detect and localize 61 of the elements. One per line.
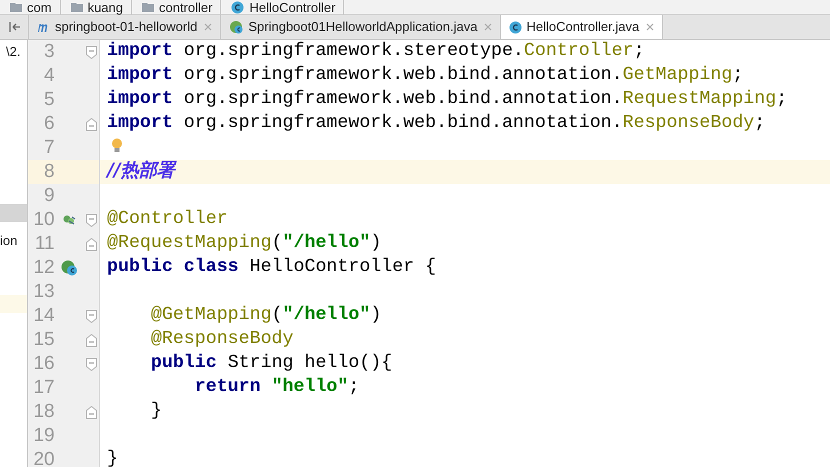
folder-icon xyxy=(10,2,22,12)
line-number: 4 xyxy=(43,64,55,88)
code-line: @GetMapping("/hello") xyxy=(150,304,382,328)
line-number: 10 xyxy=(32,208,55,232)
close-icon[interactable] xyxy=(646,23,654,31)
line-number: 16 xyxy=(32,352,55,376)
code-line: } xyxy=(107,448,118,467)
fold-icon[interactable] xyxy=(86,358,98,370)
line-number: 8 xyxy=(43,160,55,184)
tree-item[interactable]: \2. xyxy=(0,40,27,64)
editor-tab[interactable]: Springboot01HelloworldApplication.java xyxy=(220,15,500,39)
line-number: 13 xyxy=(32,280,55,304)
code-line: @ResponseBody xyxy=(150,328,294,352)
lightbulb-icon[interactable] xyxy=(111,138,123,152)
fold-icon[interactable] xyxy=(86,310,98,322)
class-icon xyxy=(509,20,522,34)
line-number: 18 xyxy=(32,400,55,424)
code-line: } xyxy=(150,400,162,424)
spring-class-icon xyxy=(229,20,244,34)
bean-icon[interactable] xyxy=(62,214,76,226)
class-marker-icon[interactable] xyxy=(60,260,78,276)
code-line: public class HelloController { xyxy=(107,256,436,280)
fold-icon[interactable] xyxy=(86,118,98,130)
line-number: 9 xyxy=(43,184,55,208)
tree-item[interactable]: ion xyxy=(0,232,27,250)
line-number: 19 xyxy=(32,424,55,448)
line-number: 17 xyxy=(32,376,55,400)
editor-tab[interactable]: HelloController.java xyxy=(500,15,662,39)
fold-icon[interactable] xyxy=(86,406,98,418)
fold-icon[interactable] xyxy=(86,214,98,226)
close-icon[interactable] xyxy=(204,23,212,31)
code-line: //热部署 xyxy=(107,157,174,187)
breadcrumb-item[interactable]: controller xyxy=(158,0,212,14)
fold-icon[interactable] xyxy=(86,46,98,58)
collapse-icon[interactable] xyxy=(8,22,20,32)
close-icon[interactable] xyxy=(484,23,492,31)
line-number: 14 xyxy=(32,304,55,328)
line-number: 12 xyxy=(32,256,55,280)
line-number: 6 xyxy=(43,112,55,136)
line-number: 5 xyxy=(43,88,55,112)
code-line: @RequestMapping("/hello") xyxy=(107,232,382,256)
code-line: public String hello(){ xyxy=(150,352,392,376)
breadcrumb-item[interactable]: HelloController xyxy=(249,0,336,14)
fold-icon[interactable] xyxy=(86,238,98,250)
code-line: @Controller xyxy=(107,208,228,232)
folder-icon xyxy=(142,2,154,12)
code-line: return "hello"; xyxy=(194,376,360,400)
class-icon xyxy=(231,0,244,14)
folder-icon xyxy=(70,2,83,12)
breadcrumb-item[interactable]: kuang xyxy=(88,0,123,14)
fold-icon[interactable] xyxy=(86,334,98,346)
code-line: import org.springframework.web.bind.annotation.ResponseBody; xyxy=(107,112,766,136)
code-line: import org.springframework.web.bind.annotation.GetMapping; xyxy=(107,64,744,88)
code-line: import org.springframework.stereotype.Controller; xyxy=(107,40,645,64)
line-number: 11 xyxy=(34,232,55,256)
line-number: 3 xyxy=(43,40,55,64)
line-number: 15 xyxy=(32,328,55,352)
breadcrumb-item[interactable]: com xyxy=(27,0,52,14)
code-line: import org.springframework.web.bind.annotation.RequestMapping; xyxy=(107,88,788,112)
line-number: 20 xyxy=(32,448,55,467)
line-number: 7 xyxy=(43,136,55,160)
